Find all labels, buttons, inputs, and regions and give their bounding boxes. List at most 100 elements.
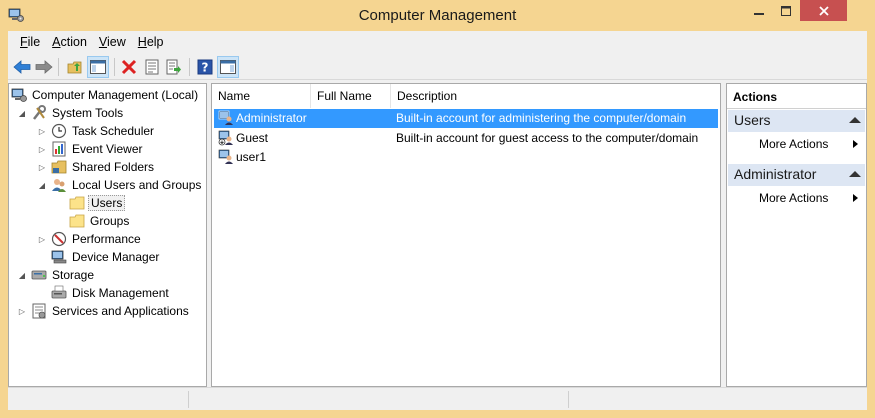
minimize-icon xyxy=(753,12,764,15)
expanded-arrow-icon[interactable]: ◢ xyxy=(17,270,27,280)
menu-action-label: ction xyxy=(60,35,87,49)
cell-description: Built-in account for administering the c… xyxy=(396,111,687,125)
collapse-arrow-icon[interactable] xyxy=(849,117,861,123)
tree-node-performance[interactable]: ▷ Performance xyxy=(37,230,143,248)
show-hide-action-pane-button[interactable] xyxy=(217,56,239,78)
forward-button[interactable] xyxy=(33,56,55,78)
tree-node-disk-management[interactable]: Disk Management xyxy=(51,284,171,302)
user-icon xyxy=(218,110,233,125)
back-button[interactable] xyxy=(11,56,33,78)
collapsed-arrow-icon[interactable]: ▷ xyxy=(37,234,47,244)
forward-arrow-icon xyxy=(35,60,53,74)
menu-help-label: elp xyxy=(146,35,164,49)
folder-icon xyxy=(69,214,85,228)
column-header-description[interactable]: Description xyxy=(391,84,720,108)
actions-section-label: Administrator xyxy=(734,166,817,182)
column-header-full-name[interactable]: Full Name xyxy=(311,84,391,108)
menu-bar: File Action View Help xyxy=(8,31,867,53)
tree-node-services-applications[interactable]: ▷ Services and Applications xyxy=(17,302,191,320)
actions-pane: Actions Users More Actions Administrator… xyxy=(726,83,867,387)
tree-node-system-tools[interactable]: ◢ System Tools xyxy=(17,104,125,122)
cell-name: Guest xyxy=(236,131,269,145)
collapsed-arrow-icon[interactable]: ▷ xyxy=(17,306,27,316)
expanded-arrow-icon[interactable]: ◢ xyxy=(17,108,27,118)
tree-node-groups[interactable]: Groups xyxy=(69,212,131,230)
actions-section-users[interactable]: Users xyxy=(728,110,865,132)
show-hide-console-tree-button[interactable] xyxy=(87,56,109,78)
more-actions-administrator[interactable]: More Actions xyxy=(759,191,828,205)
services-applications-icon xyxy=(32,303,46,319)
title-bar[interactable]: Computer Management xyxy=(0,0,875,30)
minimize-button[interactable] xyxy=(745,0,772,21)
properties-icon xyxy=(145,59,159,75)
export-list-button[interactable] xyxy=(163,56,185,78)
up-one-level-button[interactable] xyxy=(64,56,86,78)
console-tree[interactable]: Computer Management (Local) ◢ System Too… xyxy=(8,83,207,387)
tree-node-shared-folders[interactable]: ▷ Shared Folders xyxy=(37,158,156,176)
menu-action[interactable]: Action xyxy=(46,35,93,49)
column-header-label: Name xyxy=(218,89,251,103)
tree-node-local-users-groups[interactable]: ◢ Local Users and Groups xyxy=(37,176,203,194)
computer-management-window: Computer Management File Action View Hel… xyxy=(0,0,875,418)
status-bar-divider xyxy=(568,391,569,408)
collapse-arrow-icon[interactable] xyxy=(849,171,861,177)
delete-button[interactable] xyxy=(118,56,140,78)
collapsed-arrow-icon[interactable]: ▷ xyxy=(37,126,47,136)
system-tools-icon xyxy=(33,105,46,120)
toolbar: ? xyxy=(8,53,867,80)
menu-file-accel: F xyxy=(20,35,28,49)
svg-text:?: ? xyxy=(202,61,209,75)
collapsed-arrow-icon[interactable]: ▷ xyxy=(37,162,47,172)
table-row-administrator[interactable]: Administrator Built-in account for admin… xyxy=(214,109,718,128)
column-header-name[interactable]: Name xyxy=(212,84,311,108)
actions-section-label: Users xyxy=(734,112,771,128)
menu-file-label: ile xyxy=(27,35,41,49)
folder-icon xyxy=(69,196,85,210)
users-list-view[interactable]: Name Full Name Description Administrator… xyxy=(211,83,721,387)
menu-file[interactable]: File xyxy=(14,35,46,49)
cell-description: Built-in account for guest access to the… xyxy=(396,131,699,145)
window-title: Computer Management xyxy=(358,7,517,24)
close-button[interactable] xyxy=(800,0,847,21)
submenu-arrow-icon[interactable] xyxy=(853,140,858,148)
users-groups-icon xyxy=(52,179,66,192)
properties-button[interactable] xyxy=(141,56,163,78)
table-row-user1[interactable]: user1 xyxy=(214,148,718,167)
collapsed-arrow-icon[interactable]: ▷ xyxy=(37,144,47,154)
tree-node-users[interactable]: Users xyxy=(69,194,126,212)
tree-node-storage[interactable]: ◢ Storage xyxy=(17,266,96,284)
tree-label: Task Scheduler xyxy=(72,124,155,138)
close-icon xyxy=(818,5,829,16)
menu-view[interactable]: View xyxy=(93,35,132,49)
toolbar-separator xyxy=(189,58,190,76)
maximize-button[interactable] xyxy=(772,0,799,21)
table-row-guest[interactable]: Guest Built-in account for guest access … xyxy=(214,129,718,148)
tree-label: Services and Applications xyxy=(52,304,189,318)
actions-section-administrator[interactable]: Administrator xyxy=(728,164,865,186)
shared-folder-icon xyxy=(51,160,67,174)
expanded-arrow-icon[interactable]: ◢ xyxy=(37,180,47,190)
event-viewer-icon xyxy=(52,141,66,157)
menu-help[interactable]: Help xyxy=(132,35,170,49)
help-icon: ? xyxy=(197,59,213,75)
tree-label: Event Viewer xyxy=(72,142,143,156)
tree-node-task-scheduler[interactable]: ▷ Task Scheduler xyxy=(37,122,156,140)
actions-divider xyxy=(727,108,866,109)
help-button[interactable]: ? xyxy=(194,56,216,78)
tree-label: Groups xyxy=(90,214,130,228)
tree-node-device-manager[interactable]: Device Manager xyxy=(51,248,161,266)
tree-label: System Tools xyxy=(52,106,124,120)
clock-icon xyxy=(51,123,67,139)
cell-name: Administrator xyxy=(236,111,307,125)
toolbar-separator xyxy=(58,58,59,76)
tree-node-event-viewer[interactable]: ▷ Event Viewer xyxy=(37,140,144,158)
tree-label: Storage xyxy=(52,268,95,282)
show-hide-tree-icon xyxy=(90,60,106,74)
more-actions-users[interactable]: More Actions xyxy=(759,137,828,151)
maximize-icon xyxy=(780,5,791,16)
disabled-user-icon xyxy=(218,130,233,146)
tree-label: Computer Management (Local) xyxy=(32,88,199,102)
submenu-arrow-icon[interactable] xyxy=(853,194,858,202)
storage-icon xyxy=(31,270,47,280)
tree-node-computer-management[interactable]: Computer Management (Local) xyxy=(11,86,200,104)
